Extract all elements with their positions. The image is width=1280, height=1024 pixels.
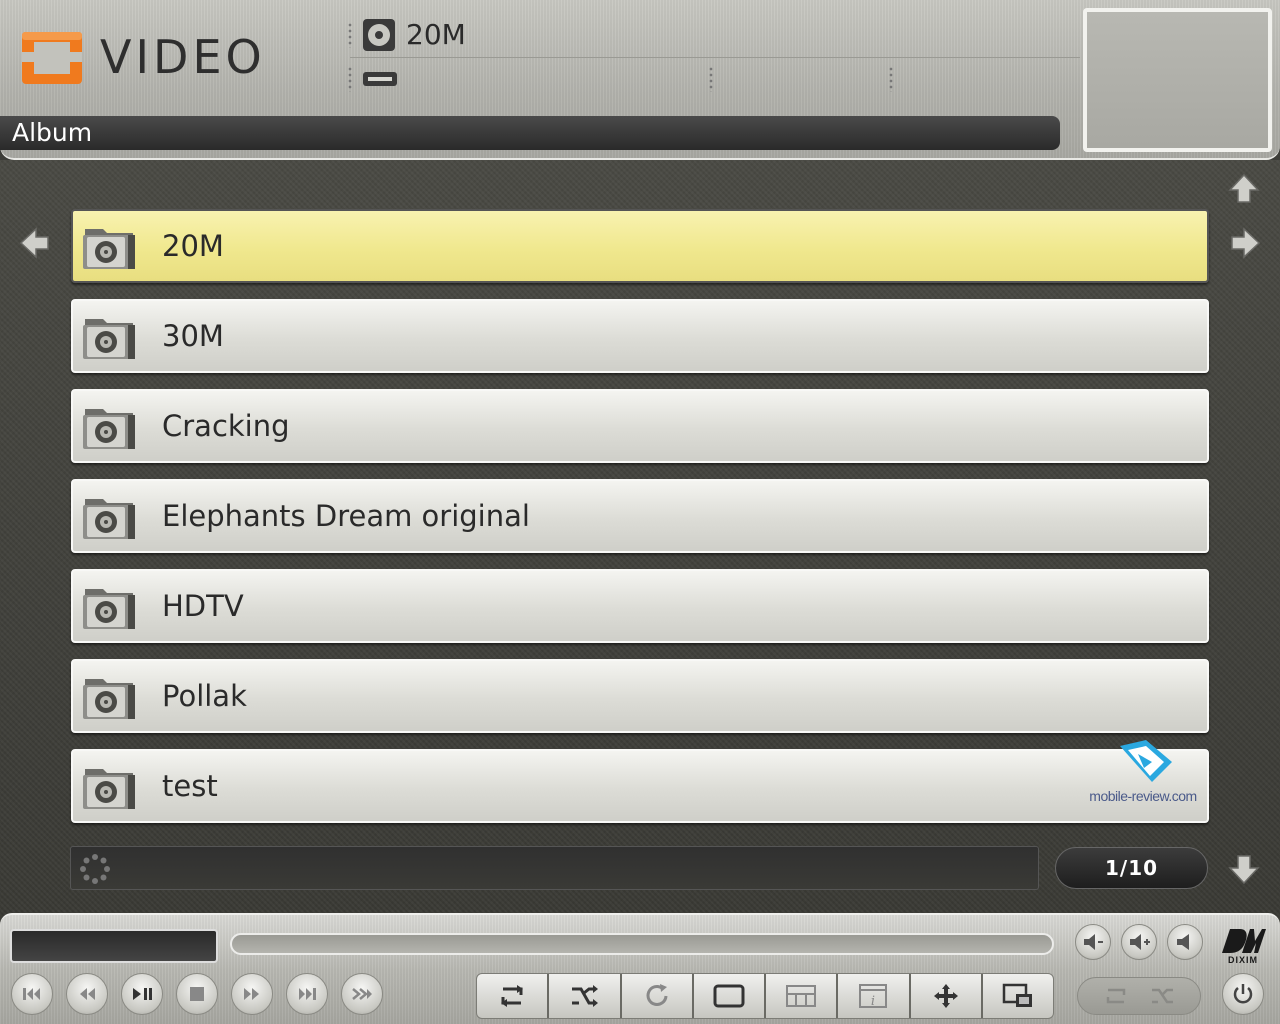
list-item-30m[interactable]: 30M — [71, 299, 1209, 373]
album-folder-icon — [83, 499, 135, 539]
status-bar — [70, 846, 1039, 890]
speaker-icon — [1177, 934, 1189, 950]
repeat-icon — [501, 985, 524, 1007]
info-button[interactable]: i — [838, 974, 911, 1018]
list-item-pollak[interactable]: Pollak — [71, 659, 1209, 733]
picture-in-picture-icon — [1002, 983, 1032, 1007]
skip-forward-button[interactable] — [286, 973, 328, 1015]
view-toolbar: i — [476, 973, 1054, 1019]
list-item-label: 20M — [162, 229, 224, 263]
loading-spinner-icon — [80, 854, 110, 884]
separator-dots — [709, 66, 713, 92]
volume-down-button[interactable] — [1075, 924, 1111, 960]
time-display — [10, 929, 218, 963]
repeat-button[interactable] — [477, 974, 550, 1018]
list-item-test[interactable]: test — [71, 749, 1209, 823]
album-folder-icon — [83, 769, 135, 809]
list-item-label: 30M — [162, 319, 224, 353]
play-pause-icon — [133, 988, 152, 1000]
move-button[interactable] — [911, 974, 983, 1018]
list-item-label: Cracking — [162, 409, 290, 443]
separator-dots — [348, 66, 352, 92]
brand-text: DIXIM — [1227, 955, 1258, 965]
fast-forward-button[interactable] — [231, 973, 273, 1015]
separator-dots — [348, 22, 352, 48]
list-item-hdtv[interactable]: HDTV — [71, 569, 1209, 643]
mode-toggle-group — [1077, 977, 1201, 1015]
page-indicator: 1/10 — [1055, 847, 1208, 889]
list-item-label: Pollak — [162, 679, 247, 713]
mute-button[interactable] — [1167, 924, 1203, 960]
rewind-icon — [80, 988, 95, 1000]
stop-button[interactable] — [176, 973, 218, 1015]
breadcrumb-label: Album — [12, 118, 93, 147]
breadcrumb: Album — [0, 116, 1060, 150]
grid-view-icon — [786, 985, 817, 1007]
step-forward-icon — [352, 988, 372, 1000]
preview-thumbnail — [1083, 8, 1272, 152]
power-button[interactable] — [1222, 973, 1264, 1015]
album-folder-icon — [83, 319, 135, 359]
back-arrow-icon[interactable] — [18, 226, 52, 260]
volume-up-button[interactable] — [1121, 924, 1157, 960]
volume-down-icon — [1084, 934, 1103, 950]
list-item-20m[interactable]: 20M — [71, 209, 1209, 283]
scroll-down-arrow-icon[interactable] — [1227, 852, 1261, 886]
move-icon — [933, 984, 958, 1008]
skip-back-button[interactable] — [11, 973, 53, 1015]
dixim-logo-icon — [1222, 929, 1266, 953]
play-pause-button[interactable] — [121, 973, 163, 1015]
refresh-button[interactable] — [622, 974, 694, 1018]
disc-icon — [363, 19, 395, 51]
stop-icon — [190, 987, 204, 1001]
repeat-mode-icon[interactable] — [1102, 984, 1130, 1008]
header-divider — [350, 57, 1080, 58]
scroll-up-arrow-icon[interactable] — [1227, 172, 1261, 206]
forward-arrow-icon[interactable] — [1228, 226, 1262, 260]
watermark: mobile-review.com — [1088, 738, 1198, 808]
power-icon — [1233, 984, 1253, 1004]
svg-text:i: i — [871, 994, 875, 1009]
shuffle-mode-icon[interactable] — [1149, 984, 1177, 1008]
watermark-text: mobile-review.com — [1089, 788, 1197, 804]
list-item-label: HDTV — [162, 589, 244, 623]
info-icon: i — [859, 984, 888, 1009]
volume-up-icon — [1130, 934, 1150, 950]
list-item-elephants-dream[interactable]: Elephants Dream original — [71, 479, 1209, 553]
grid-view-button[interactable] — [766, 974, 839, 1018]
header-panel: VIDEO 20M Album — [0, 0, 1280, 160]
album-folder-icon — [83, 679, 135, 719]
video-film-icon — [22, 32, 82, 84]
app-title: VIDEO — [100, 30, 266, 84]
step-forward-button[interactable] — [341, 973, 383, 1015]
shuffle-icon — [572, 985, 599, 1007]
rewind-button[interactable] — [66, 973, 108, 1015]
skip-back-icon — [23, 988, 40, 1000]
seek-bar[interactable] — [230, 933, 1054, 955]
album-folder-icon — [83, 589, 135, 629]
fast-forward-icon — [244, 988, 259, 1000]
storage-device-icon — [363, 72, 397, 86]
separator-dots — [889, 66, 893, 92]
album-folder-icon — [83, 229, 135, 269]
list-item-label: test — [162, 769, 218, 803]
picture-in-picture-button[interactable] — [983, 974, 1053, 1018]
list-item-label: Elephants Dream original — [162, 499, 530, 533]
refresh-icon — [646, 984, 668, 1006]
watermark-logo-icon — [1120, 740, 1172, 782]
skip-forward-icon — [299, 988, 316, 1000]
album-folder-icon — [83, 409, 135, 449]
brand-logo: DIXIM — [1218, 927, 1268, 967]
current-album-label: 20M — [406, 18, 466, 51]
list-item-cracking[interactable]: Cracking — [71, 389, 1209, 463]
playback-control-panel: DIXIM i — [0, 913, 1280, 1024]
fullscreen-icon — [713, 984, 745, 1008]
fullscreen-button[interactable] — [694, 974, 766, 1018]
shuffle-button[interactable] — [549, 974, 622, 1018]
